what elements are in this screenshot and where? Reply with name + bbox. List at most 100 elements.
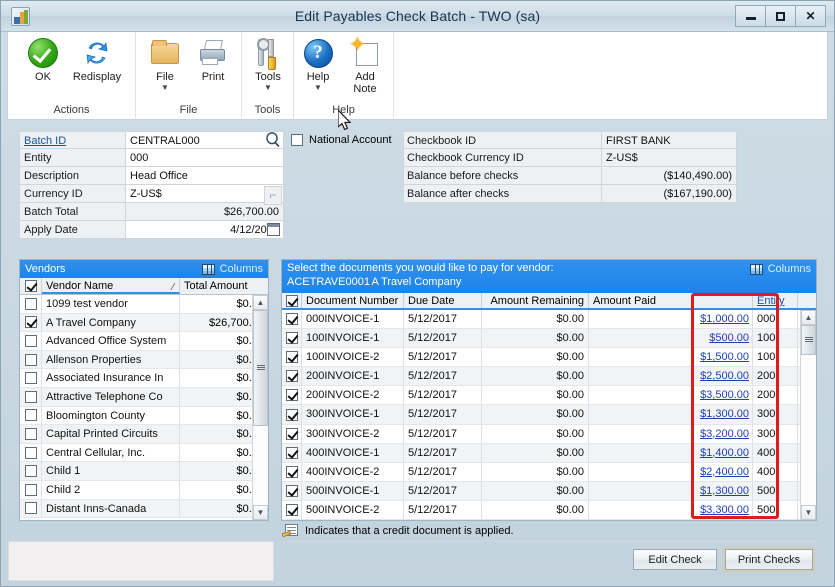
table-row[interactable]: Child 1 $0.00: [20, 462, 268, 481]
vendor-row-checkbox[interactable]: [20, 387, 42, 407]
documents-column-document-number[interactable]: Document Number: [302, 293, 404, 308]
minimize-button[interactable]: [735, 5, 766, 27]
currency-expansion-button[interactable]: ⌐: [264, 186, 282, 205]
file-button[interactable]: File ▼: [138, 35, 192, 97]
scrollbar-thumb[interactable]: [801, 325, 816, 355]
calendar-icon[interactable]: [267, 223, 280, 236]
document-row-checkbox[interactable]: [282, 367, 302, 387]
national-account-field[interactable]: National Account: [291, 134, 392, 146]
vendor-row-checkbox[interactable]: [20, 480, 42, 500]
table-row[interactable]: Central Cellular, Inc. $0.00: [20, 443, 268, 463]
chevron-down-icon[interactable]: ▼: [241, 83, 295, 92]
document-row-checkbox[interactable]: [282, 405, 302, 425]
amount-paid[interactable]: $3,500.00: [589, 386, 753, 406]
amount-paid[interactable]: $3,200.00: [589, 424, 753, 444]
amount-paid[interactable]: $2,500.00: [589, 367, 753, 387]
table-row[interactable]: 400INVOICE-1 5/12/2017 $0.00 $1,400.00 4…: [282, 443, 816, 463]
table-row[interactable]: Allenson Properties $0.00: [20, 350, 268, 370]
description-input[interactable]: Head Office: [125, 167, 284, 185]
table-row[interactable]: 400INVOICE-2 5/12/2017 $0.00 $2,400.00 4…: [282, 462, 816, 482]
vendors-scrollbar[interactable]: ▲ ▼: [252, 295, 268, 520]
scroll-down-arrow-icon[interactable]: ▼: [253, 505, 268, 520]
document-row-checkbox[interactable]: [282, 424, 302, 444]
chevron-down-icon[interactable]: ▼: [291, 83, 345, 92]
vendor-row-checkbox[interactable]: [20, 406, 42, 426]
documents-column-due-date[interactable]: Due Date: [404, 293, 482, 308]
table-row[interactable]: 200INVOICE-2 5/12/2017 $0.00 $3,500.00 2…: [282, 386, 816, 406]
entity-input[interactable]: 000: [125, 149, 284, 167]
apply-date-input[interactable]: 4/12/2017: [125, 221, 284, 239]
table-row[interactable]: Associated Insurance In $0.00: [20, 369, 268, 388]
table-row[interactable]: 200INVOICE-1 5/12/2017 $0.00 $2,500.00 2…: [282, 367, 816, 387]
table-row[interactable]: A Travel Company $26,700.00: [20, 313, 268, 333]
vendor-row-checkbox[interactable]: [20, 313, 42, 333]
vendor-row-checkbox[interactable]: [20, 369, 42, 388]
vendors-select-all-checkbox[interactable]: [20, 278, 42, 294]
ok-button[interactable]: OK: [16, 35, 70, 97]
amount-paid[interactable]: $1,000.00: [589, 310, 753, 330]
documents-column-entity[interactable]: Entity: [753, 293, 798, 308]
national-account-checkbox[interactable]: [291, 134, 303, 146]
redisplay-button[interactable]: Redisplay: [70, 35, 124, 97]
vendor-row-checkbox[interactable]: [20, 425, 42, 444]
scroll-up-arrow-icon[interactable]: ▲: [801, 310, 816, 325]
vendors-column-total-amount-paid[interactable]: Total Amount Paid: [180, 278, 268, 309]
table-row[interactable]: Capital Printed Circuits $0.00: [20, 425, 268, 444]
field-label-batch-id[interactable]: Batch ID: [19, 131, 125, 149]
vendor-row-checkbox[interactable]: [20, 462, 42, 481]
currency-id-input[interactable]: Z-US$: [125, 185, 284, 203]
edit-check-button[interactable]: Edit Check: [633, 549, 717, 570]
documents-columns-link[interactable]: Columns: [768, 263, 811, 275]
scrollbar-thumb[interactable]: [253, 310, 268, 426]
documents-select-all-checkbox[interactable]: [282, 293, 302, 308]
table-row[interactable]: 100INVOICE-1 5/12/2017 $0.00 $500.00 100: [282, 329, 816, 349]
help-button[interactable]: ? Help ▼: [291, 35, 345, 97]
table-row[interactable]: Attractive Telephone Co $0.00: [20, 387, 268, 407]
close-button[interactable]: ✕: [795, 5, 826, 27]
add-note-button[interactable]: ✦ Add Note: [338, 35, 392, 97]
vendor-row-checkbox[interactable]: [20, 499, 42, 519]
document-row-checkbox[interactable]: [282, 348, 302, 368]
documents-column-amount-remaining[interactable]: Amount Remaining: [482, 293, 589, 308]
vendor-row-checkbox[interactable]: [20, 443, 42, 463]
table-row[interactable]: 000INVOICE-1 5/12/2017 $0.00 $1,000.00 0…: [282, 310, 816, 330]
amount-paid[interactable]: $1,500.00: [589, 348, 753, 368]
amount-paid[interactable]: $3,300.00: [589, 500, 753, 520]
amount-paid[interactable]: $1,300.00: [589, 481, 753, 501]
amount-paid[interactable]: $500.00: [589, 329, 753, 349]
vendor-row-checkbox[interactable]: [20, 295, 42, 314]
table-row[interactable]: 300INVOICE-2 5/12/2017 $0.00 $3,200.00 3…: [282, 424, 816, 444]
amount-paid[interactable]: $1,300.00: [589, 405, 753, 425]
grid-columns-icon[interactable]: [201, 263, 215, 275]
documents-columns-control[interactable]: Columns: [749, 263, 811, 275]
vendor-row-checkbox[interactable]: [20, 332, 42, 351]
documents-column-amount-paid[interactable]: Amount Paid: [589, 293, 753, 308]
scroll-down-arrow-icon[interactable]: ▼: [801, 505, 816, 520]
table-row[interactable]: Distant Inns-Canada $0.00: [20, 499, 268, 519]
amount-paid[interactable]: $1,400.00: [589, 443, 753, 463]
document-row-checkbox[interactable]: [282, 462, 302, 482]
tools-button[interactable]: Tools ▼: [241, 35, 295, 97]
chevron-down-icon[interactable]: ▼: [138, 83, 192, 92]
table-row[interactable]: 500INVOICE-2 5/12/2017 $0.00 $3,300.00 5…: [282, 500, 816, 520]
print-button[interactable]: Print: [186, 35, 240, 97]
document-row-checkbox[interactable]: [282, 443, 302, 463]
document-row-checkbox[interactable]: [282, 481, 302, 501]
vendors-column-vendor-name[interactable]: Vendor Name ⁄: [42, 278, 180, 294]
scroll-up-arrow-icon[interactable]: ▲: [253, 295, 268, 310]
batch-id-input[interactable]: CENTRAL000: [125, 131, 284, 149]
document-row-checkbox[interactable]: [282, 310, 302, 330]
table-row[interactable]: Advanced Office System $0.00: [20, 332, 268, 351]
print-checks-button[interactable]: Print Checks: [725, 549, 813, 570]
table-row[interactable]: 300INVOICE-1 5/12/2017 $0.00 $1,300.00 3…: [282, 405, 816, 425]
vendors-columns-link[interactable]: Columns: [220, 263, 263, 275]
table-row[interactable]: Child 2 $0.00: [20, 480, 268, 500]
table-row[interactable]: 100INVOICE-2 5/12/2017 $0.00 $1,500.00 1…: [282, 348, 816, 368]
documents-scrollbar[interactable]: ▲ ▼: [800, 310, 816, 520]
vendor-row-checkbox[interactable]: [20, 350, 42, 370]
document-row-checkbox[interactable]: [282, 329, 302, 349]
table-row[interactable]: Bloomington County $0.00: [20, 406, 268, 426]
table-row[interactable]: 1099 test vendor $0.00: [20, 295, 268, 314]
maximize-button[interactable]: [765, 5, 796, 27]
document-row-checkbox[interactable]: [282, 386, 302, 406]
